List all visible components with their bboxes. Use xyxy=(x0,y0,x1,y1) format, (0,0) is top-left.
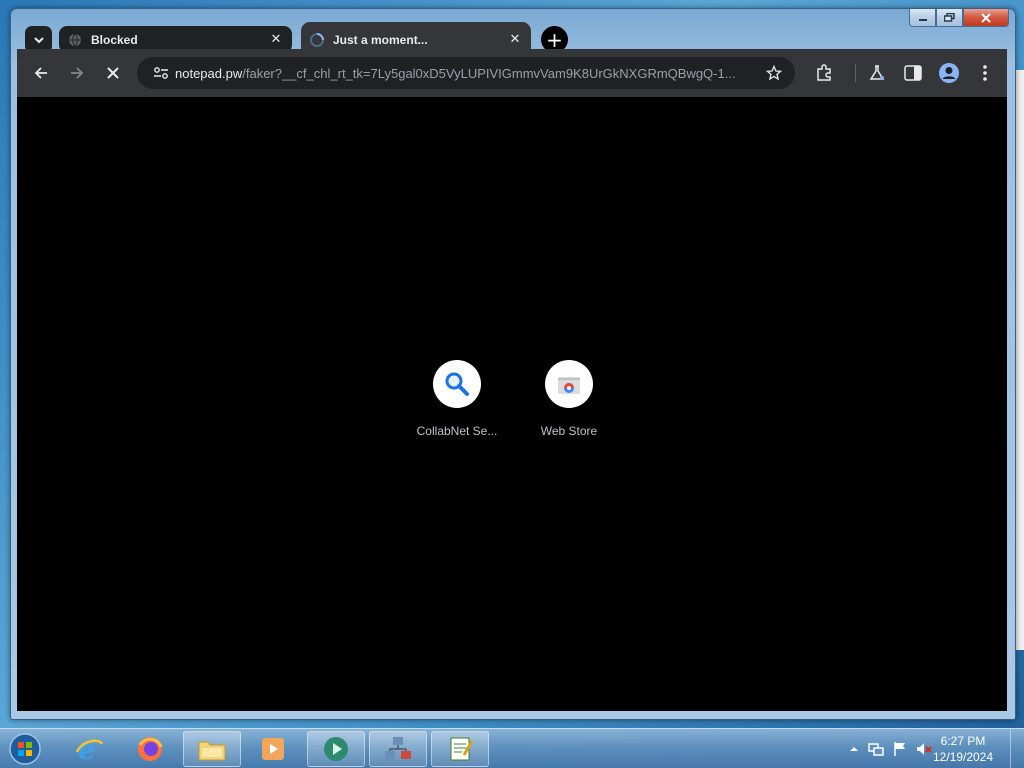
chevron-down-icon xyxy=(33,36,44,43)
side-panel-icon xyxy=(904,65,922,81)
profile-button[interactable] xyxy=(937,61,961,85)
notepad-icon xyxy=(450,737,474,761)
show-desktop-button[interactable] xyxy=(1010,729,1024,768)
folder-icon xyxy=(198,741,226,761)
arrow-left-icon xyxy=(34,67,47,79)
extensions-button[interactable] xyxy=(812,61,836,85)
svg-text:e: e xyxy=(78,734,96,764)
internet-explorer-taskbar-button[interactable]: e xyxy=(60,731,118,767)
address-bar[interactable]: notepad.pw/faker?__cf_chl_rt_tk=7Ly5gal0… xyxy=(137,57,795,89)
page-content: CollabNet Se... Web Store xyxy=(17,97,1007,711)
forward-button[interactable] xyxy=(65,61,89,85)
stop-loading-button[interactable] xyxy=(101,61,125,85)
loading-spinner-icon xyxy=(309,32,325,48)
taskbar: e 6:27 PM 12/19/2024 xyxy=(0,728,1024,768)
arrow-right-icon xyxy=(71,67,84,79)
labs-button[interactable] xyxy=(865,61,889,85)
taskbar-clock[interactable]: 6:27 PM 12/19/2024 xyxy=(925,733,1001,765)
side-panel-button[interactable] xyxy=(901,61,925,85)
web-store-icon xyxy=(545,360,593,408)
shortcut-label: CollabNet Se... xyxy=(416,424,498,438)
firefox-taskbar-button[interactable] xyxy=(121,731,179,767)
shortcut-web-store[interactable]: Web Store xyxy=(519,360,619,438)
url-host: notepad.pw xyxy=(175,65,243,81)
shortcut-label: Web Store xyxy=(540,424,598,438)
search-icon xyxy=(433,360,481,408)
network-computers-icon xyxy=(385,737,411,759)
url-text[interactable]: notepad.pw/faker?__cf_chl_rt_tk=7Ly5gal0… xyxy=(175,66,759,81)
media-player-taskbar-button[interactable] xyxy=(244,731,302,767)
file-explorer-taskbar-button[interactable] xyxy=(183,731,241,767)
back-button[interactable] xyxy=(29,61,53,85)
windows-logo-icon xyxy=(9,733,41,765)
network-tray-icon[interactable] xyxy=(868,741,884,757)
shortcut-collabnet[interactable]: CollabNet Se... xyxy=(407,360,507,438)
firefox-icon xyxy=(138,737,163,761)
avatar-icon xyxy=(939,63,959,83)
tab-close-button[interactable]: ✕ xyxy=(507,32,523,47)
tab-strip: Blocked ✕ Just a moment... ✕ + xyxy=(17,17,1009,57)
globe-icon xyxy=(67,32,83,48)
tab-title: Just a moment... xyxy=(333,32,428,47)
clock-date: 12/19/2024 xyxy=(932,750,994,764)
browser-window: Blocked ✕ Just a moment... ✕ + notepad.p… xyxy=(10,8,1016,720)
site-info-icon[interactable] xyxy=(147,66,175,80)
tab-close-button[interactable]: ✕ xyxy=(268,32,284,47)
network-app-taskbar-button[interactable] xyxy=(369,731,427,767)
clock-time: 6:27 PM xyxy=(940,734,986,748)
action-center-flag-icon[interactable] xyxy=(892,741,908,757)
notepad-app-taskbar-button[interactable] xyxy=(431,731,489,767)
play-media-icon xyxy=(324,737,348,761)
tray-expand-icon[interactable] xyxy=(846,741,862,757)
active-app-taskbar-button[interactable] xyxy=(307,731,365,767)
tab-title: Blocked xyxy=(91,32,138,47)
puzzle-icon xyxy=(817,64,831,81)
media-player-icon xyxy=(262,738,284,760)
plus-icon: + xyxy=(546,27,563,52)
start-button[interactable] xyxy=(6,731,44,767)
flask-icon xyxy=(869,65,885,80)
bookmark-star-icon[interactable] xyxy=(759,65,789,81)
toolbar-separator xyxy=(855,64,856,82)
menu-button[interactable] xyxy=(973,61,997,85)
kebab-menu-icon xyxy=(983,65,987,81)
close-icon xyxy=(107,67,119,79)
url-path: /faker?__cf_chl_rt_tk=7Ly5gal0xD5VyLUPIV… xyxy=(242,65,736,81)
browser-toolbar: notepad.pw/faker?__cf_chl_rt_tk=7Ly5gal0… xyxy=(17,49,1007,97)
internet-explorer-icon: e xyxy=(75,734,104,764)
